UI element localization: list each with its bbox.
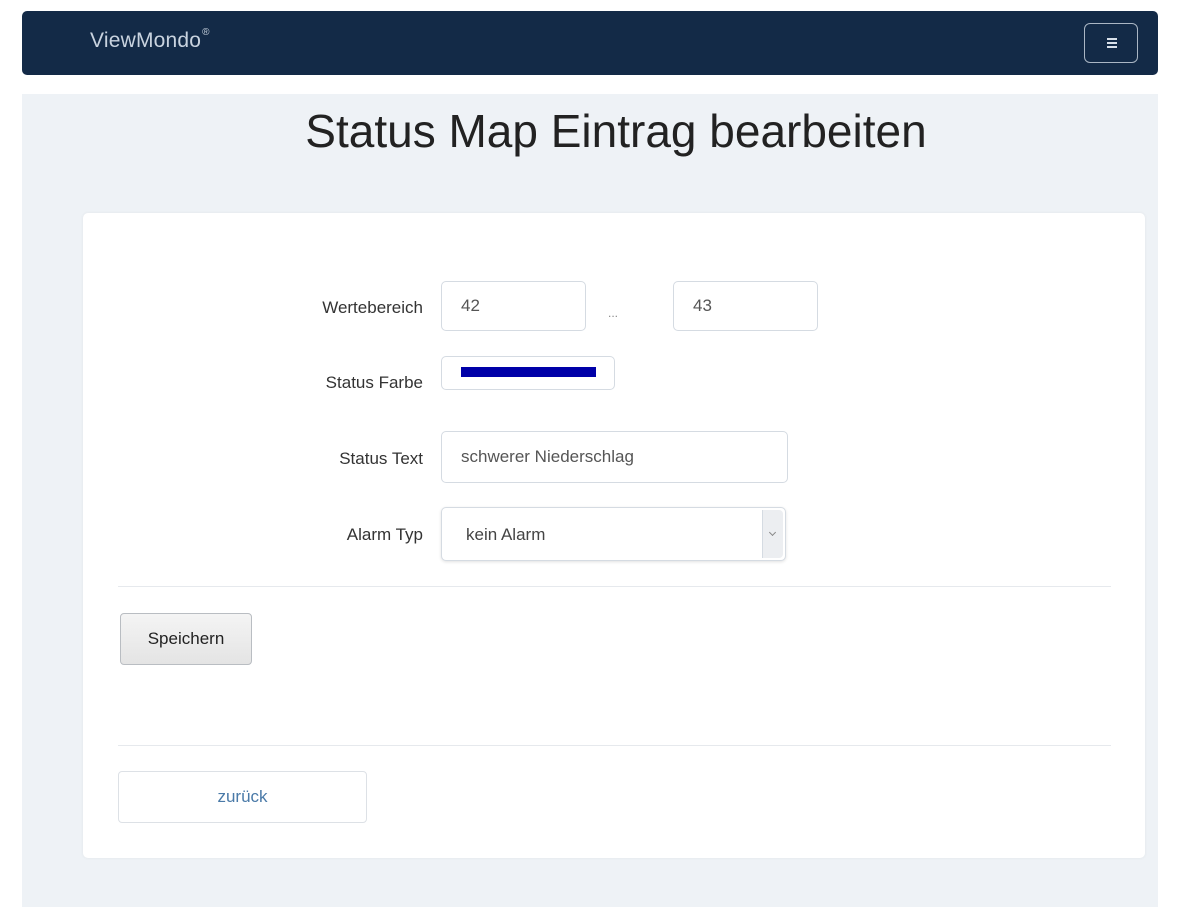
color-swatch (461, 367, 596, 377)
status-text-label: Status Text (339, 449, 423, 468)
color-picker[interactable] (441, 356, 615, 390)
divider (118, 745, 1111, 746)
divider (118, 586, 1111, 587)
menu-toggle-button[interactable] (1084, 23, 1138, 63)
range-separator: ... (608, 306, 619, 320)
color-label: Status Farbe (325, 373, 423, 392)
back-button[interactable]: zurück (118, 771, 367, 823)
navbar: ViewMondo® (22, 11, 1158, 75)
edit-form-panel: Wertebereich ... Status Farbe Status Tex… (83, 213, 1145, 858)
range-label: Wertebereich (322, 298, 423, 317)
chevron-down-icon (768, 528, 777, 537)
alarm-type-label: Alarm Typ (346, 525, 423, 544)
alarm-type-value: kein Alarm (466, 525, 546, 544)
alarm-type-select[interactable]: kein Alarm (441, 507, 786, 561)
page-title: Status Map Eintrag bearbeiten (305, 105, 927, 157)
brand-logo[interactable]: ViewMondo® (90, 27, 210, 53)
range-min-input[interactable] (441, 281, 586, 331)
hamburger-icon (1107, 38, 1117, 48)
registered-mark: ® (202, 27, 210, 38)
status-text-input[interactable] (441, 431, 788, 483)
select-arrow[interactable] (762, 510, 783, 558)
range-max-input[interactable] (673, 281, 818, 331)
save-button[interactable]: Speichern (120, 613, 252, 665)
